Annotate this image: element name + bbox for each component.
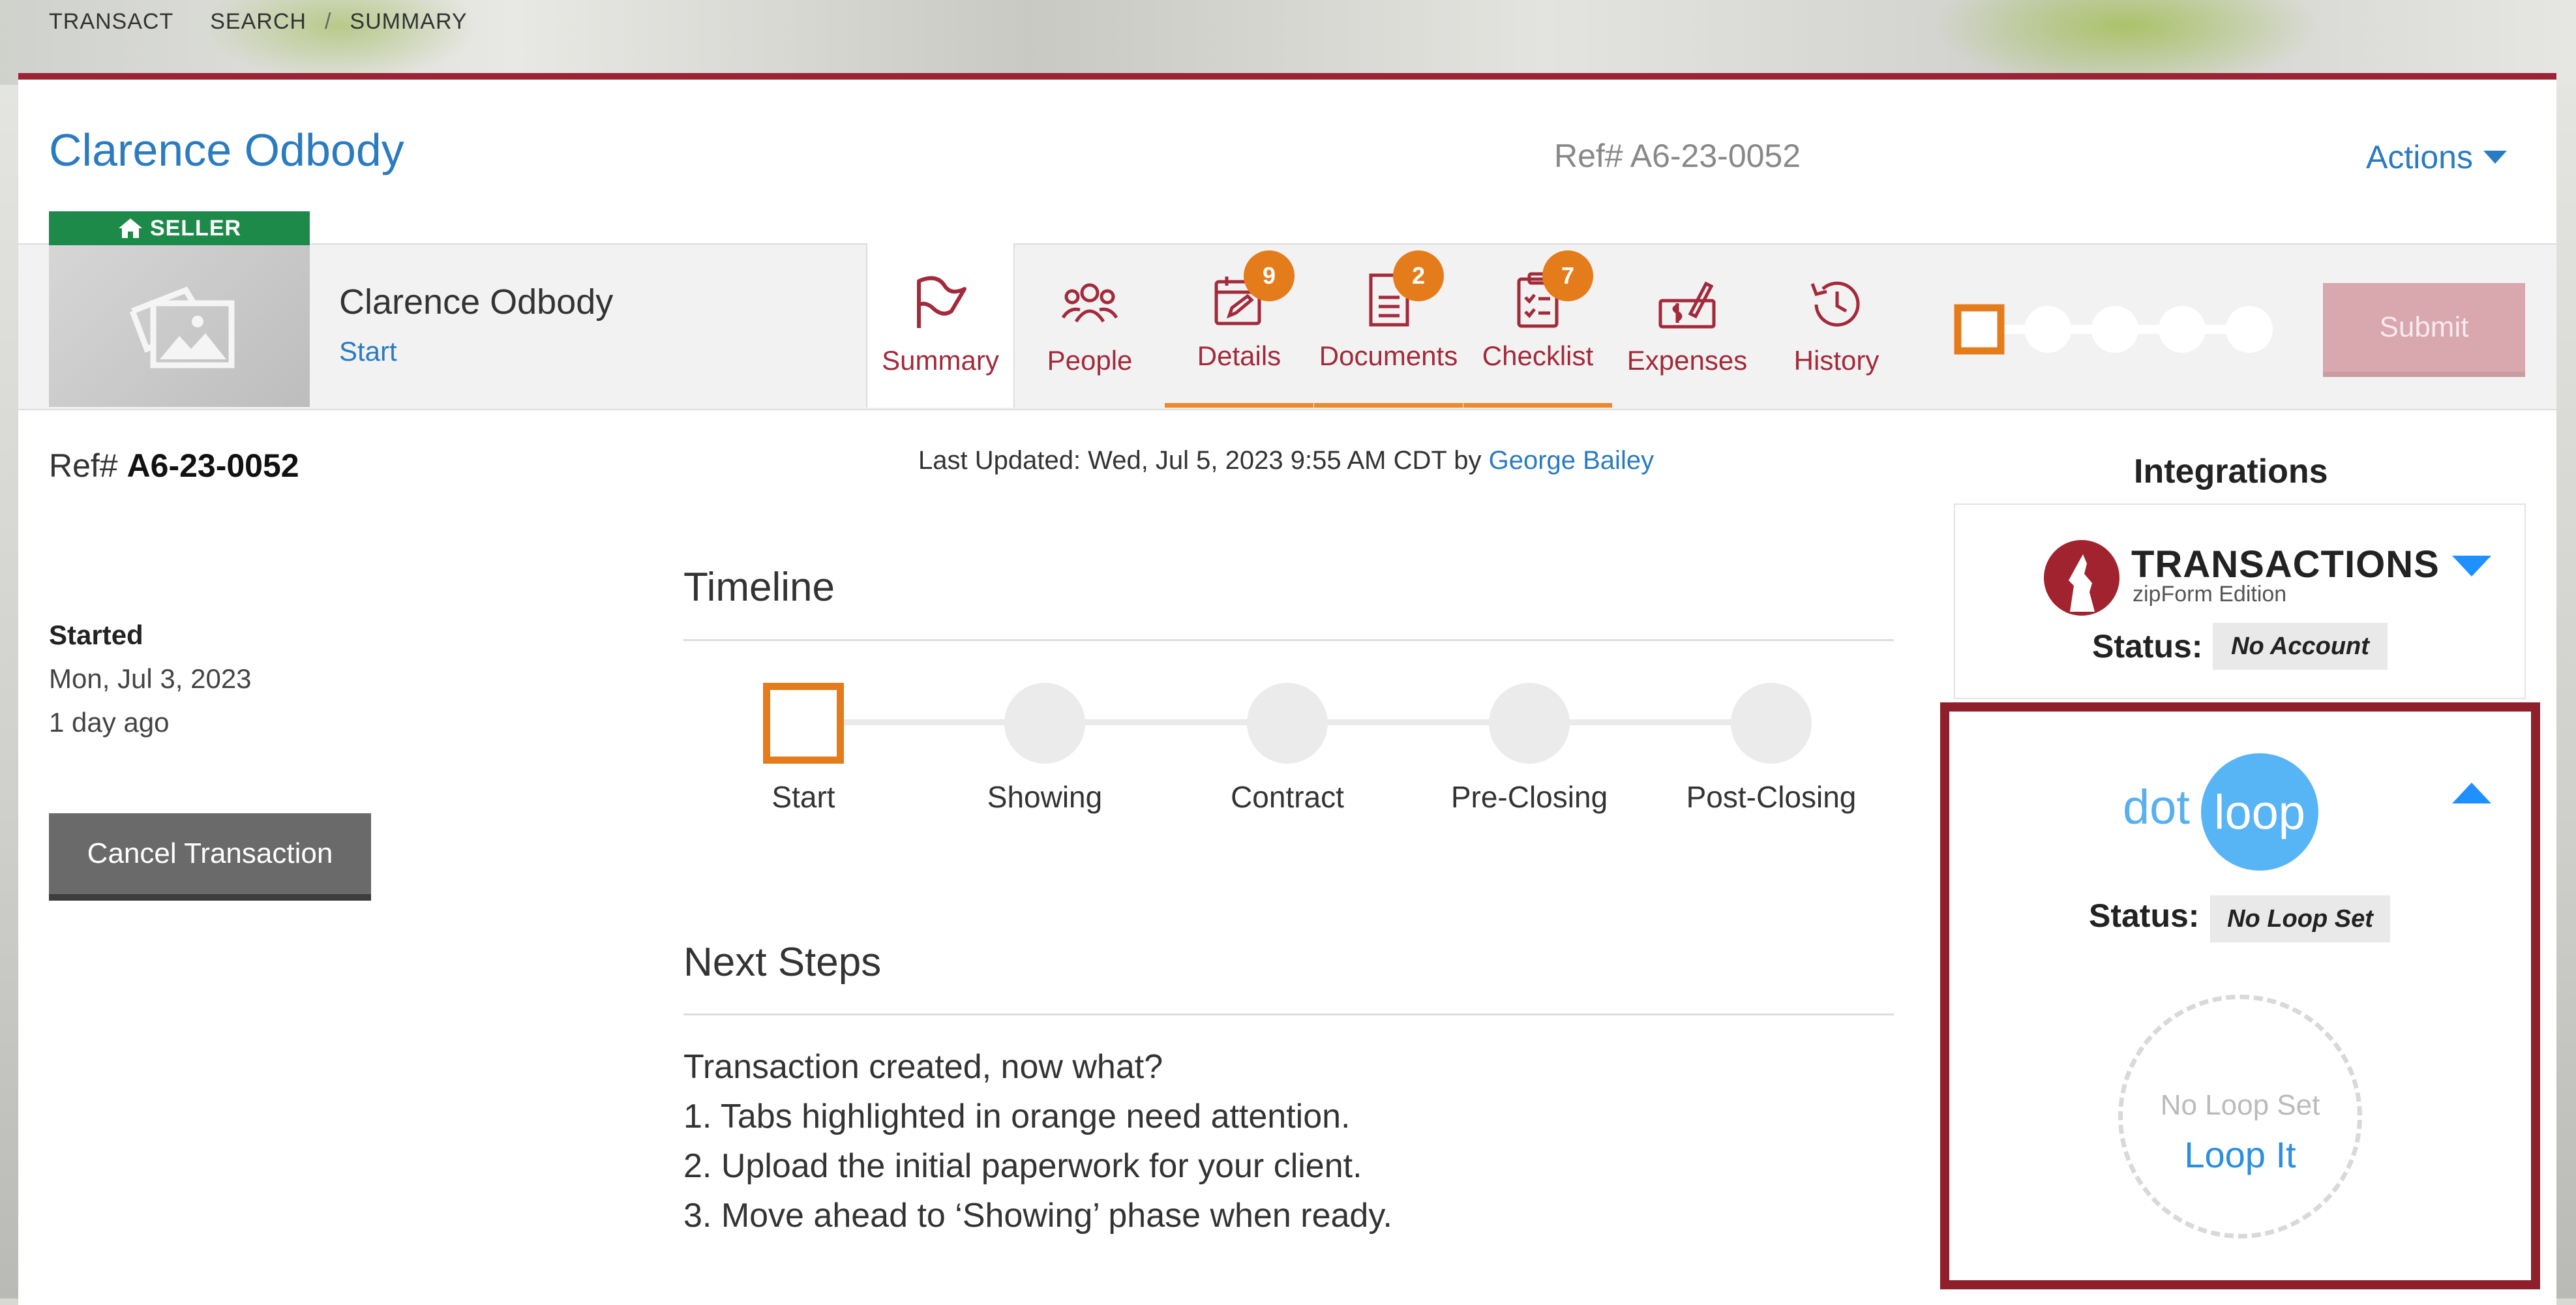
breadcrumb-search[interactable]: SEARCH — [210, 9, 307, 35]
timeline-label: Start — [771, 780, 835, 814]
breadcrumb-summary: SUMMARY — [350, 9, 468, 34]
timeline-node-pre-closing — [1489, 683, 1570, 764]
breadcrumb: TRANSACT SEARCH / SUMMARY — [49, 9, 468, 35]
timeline-title: Timeline — [683, 565, 835, 610]
dotloop-status-label: Status: — [2089, 897, 2200, 934]
flag-icon — [911, 275, 970, 333]
tab-label: History — [1793, 345, 1880, 376]
zipform-edition: zipForm Edition — [2133, 582, 2287, 607]
timeline-node-contract — [1247, 683, 1328, 764]
last-updated-text: Last Updated: Wed, Jul 5, 2023 9:55 AM C… — [918, 446, 1482, 475]
progress-step — [2159, 306, 2206, 353]
money-pen-icon — [1658, 275, 1716, 333]
next-steps-line: Transaction created, now what? — [683, 1048, 1163, 1086]
progress-step — [2091, 306, 2138, 353]
tab-label: Documents — [1319, 340, 1458, 371]
tab-summary[interactable]: Summary — [866, 243, 1015, 408]
zipform-status-badge: No Account — [2213, 623, 2388, 670]
people-icon — [1060, 275, 1119, 333]
tab-checklist[interactable]: 7 Checklist — [1463, 243, 1612, 408]
expand-chevron-down-icon[interactable] — [2452, 556, 2491, 577]
history-icon — [1807, 275, 1866, 333]
property-image-placeholder — [49, 245, 310, 407]
home-icon — [118, 218, 142, 238]
tab-label: Expenses — [1626, 345, 1748, 376]
collapse-chevron-up-icon[interactable] — [2452, 783, 2491, 803]
role-badge-label: SELLER — [149, 215, 242, 241]
checklist-count-badge: 7 — [1542, 250, 1593, 301]
breadcrumb-transact[interactable]: TRANSACT — [49, 9, 173, 35]
next-steps-line: 3. Move ahead to ‘Showing’ phase when re… — [683, 1197, 1392, 1235]
cancel-transaction-button[interactable]: Cancel Transaction — [49, 813, 371, 901]
started-label: Started — [49, 620, 143, 650]
calendar-edit-icon: 9 — [1210, 250, 1295, 329]
image-placeholder-icon — [129, 286, 235, 368]
summary-reference: Ref# A6-23-0052 — [49, 447, 299, 485]
timeline-label: Contract — [1231, 780, 1344, 814]
dotloop-logo-dot: dot — [2123, 780, 2190, 834]
zipform-status-label: Status: — [2092, 628, 2203, 665]
tab-label: Summary — [882, 345, 999, 376]
reference-number: Ref# A6-23-0052 — [1554, 138, 1801, 174]
no-loop-set-text: No Loop Set — [2160, 1089, 2320, 1121]
zipform-logo-icon — [2044, 540, 2119, 616]
breadcrumb-separator: / — [324, 9, 332, 34]
dotloop-status-badge: No Loop Set — [2210, 895, 2390, 942]
actions-label: Actions — [2366, 139, 2473, 175]
tab-label: People — [1047, 345, 1133, 376]
submit-button[interactable]: Submit — [2323, 283, 2525, 377]
documents-count-badge: 2 — [1393, 250, 1444, 301]
actions-dropdown[interactable]: Actions — [2366, 138, 2507, 176]
started-relative-time: 1 day ago — [49, 707, 170, 738]
progress-step — [2024, 306, 2071, 353]
tab-label: Checklist — [1482, 340, 1594, 371]
background-side-right — [2556, 85, 2576, 1298]
ref-value: A6-23-0052 — [127, 447, 299, 484]
timeline-node-start — [763, 683, 844, 764]
page-title: Clarence Odbody — [49, 125, 404, 175]
ref-prefix: Ref# — [49, 447, 118, 484]
details-count-badge: 9 — [1244, 250, 1295, 301]
tab-expenses[interactable]: Expenses — [1613, 243, 1761, 408]
last-updated: Last Updated: Wed, Jul 5, 2023 9:55 AM C… — [918, 446, 1654, 475]
started-date: Mon, Jul 3, 2023 — [49, 663, 252, 694]
progress-step-current — [1954, 304, 2005, 355]
background-side-left — [0, 85, 18, 1298]
tabbar-client-name: Clarence Odbody — [339, 282, 614, 322]
timeline-node-showing — [1004, 683, 1085, 764]
next-steps-title: Next Steps — [683, 940, 882, 985]
progress-step — [2226, 306, 2273, 353]
tab-documents[interactable]: 2 Documents — [1314, 243, 1463, 408]
last-updated-user-link[interactable]: George Bailey — [1489, 446, 1654, 475]
timeline-label: Post-Closing — [1686, 780, 1857, 814]
tab-people[interactable]: People — [1015, 243, 1164, 408]
next-steps-line: 1. Tabs highlighted in orange need atten… — [683, 1098, 1351, 1135]
zipform-name: TRANSACTIONS — [2131, 543, 2440, 586]
document-icon: 2 — [1359, 250, 1444, 329]
clipboard-check-icon: 7 — [1508, 250, 1593, 329]
next-steps-line: 2. Upload the initial paperwork for your… — [683, 1147, 1362, 1185]
timeline-node-post-closing — [1731, 683, 1812, 764]
divider — [683, 639, 1894, 641]
tab-history[interactable]: History — [1762, 243, 1911, 408]
integrations-title: Integrations — [2134, 453, 2328, 490]
tab-label: Details — [1197, 340, 1281, 371]
timeline-label: Showing — [987, 780, 1103, 814]
role-badge: SELLER — [49, 211, 310, 245]
transaction-status-link[interactable]: Start — [339, 336, 397, 367]
loop-it-link[interactable]: Loop It — [2118, 1133, 2362, 1176]
tab-details[interactable]: 9 Details — [1165, 243, 1313, 408]
timeline-label: Pre-Closing — [1450, 780, 1608, 814]
chevron-down-icon — [2483, 151, 2507, 164]
dotloop-logo-loop: loop — [2201, 753, 2318, 871]
next-steps-list: Transaction created, now what? 1. Tabs h… — [683, 1042, 1392, 1240]
phase-progress-indicator — [1954, 304, 2273, 355]
divider — [683, 1013, 1894, 1015]
